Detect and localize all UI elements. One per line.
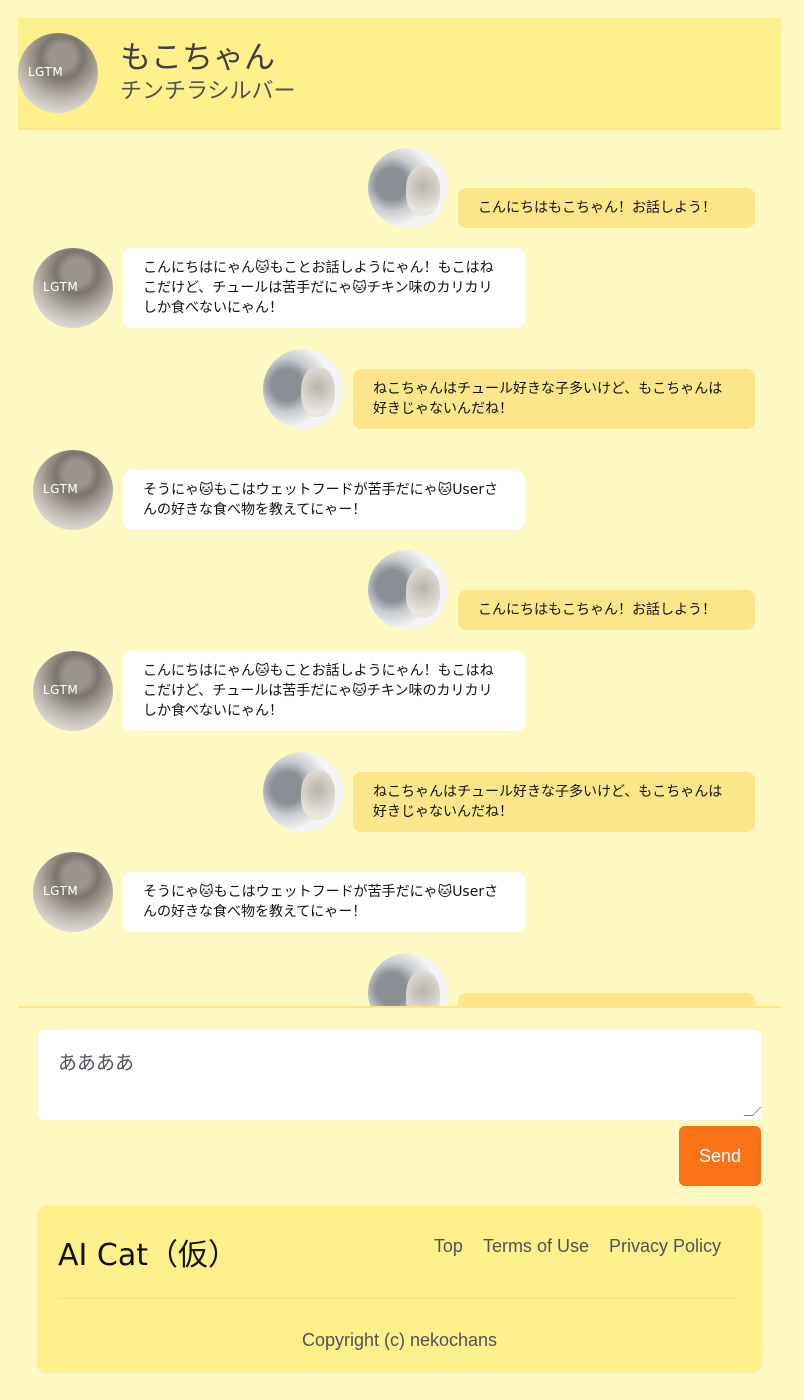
footer-divider [58,1298,741,1299]
chat-messages[interactable]: こんにちはもこちゃん！お話しよう！ LGTM こんにちはにゃん🐱もことお話しよう… [18,140,781,1006]
copyright-text: Copyright (c) nekochans [301,1330,498,1350]
footer-link-top[interactable]: Top [434,1236,463,1257]
message-row-user: こんにちはもこちゃん！お話しよう！ [368,148,755,228]
message-row-user: ねこちゃんはチュール好きな子多いけど、もこちゃんは好きじゃないんだね！ [263,752,755,832]
send-button[interactable]: Send [679,1126,761,1186]
footer-links: Top Terms of Use Privacy Policy [434,1236,721,1257]
cat-avatar: LGTM [18,33,98,113]
user-message: こんにちはもこちゃん！お話しよう！ [458,590,755,630]
chat-divider [18,1006,781,1008]
cat-message: そうにゃ🐱もこはウェットフードが苦手だにゃ🐱Userさんの好きな食べ物を教えてに… [123,872,525,932]
message-row-user [368,953,755,1006]
chat-header: LGTM もこちゃん チンチラシルバー [18,18,781,130]
avatar-lgtm-text: LGTM [43,280,79,294]
cat-avatar: LGTM [33,248,113,328]
cat-message: こんにちはにゃん🐱もことお話しようにゃん！もこはねこだけど、チュールは苦手だにゃ… [123,248,525,328]
user-avatar [368,953,448,1006]
message-row-user: ねこちゃんはチュール好きな子多いけど、もこちゃんは好きじゃないんだね！ [263,349,755,429]
user-message: ねこちゃんはチュール好きな子多いけど、もこちゃんは好きじゃないんだね！ [353,369,755,429]
message-row-cat: LGTM そうにゃ🐱もこはウェットフードが苦手だにゃ🐱Userさんの好きな食べ物… [33,450,525,530]
cat-avatar: LGTM [33,852,113,932]
message-input[interactable]: ああああ [38,1030,761,1120]
footer-link-terms[interactable]: Terms of Use [483,1236,589,1257]
cat-breed: チンチラシルバー [120,79,296,104]
cat-avatar: LGTM [33,651,113,731]
avatar-lgtm-text: LGTM [43,482,79,496]
cat-message: こんにちはにゃん🐱もことお話しようにゃん！もこはねこだけど、チュールは苦手だにゃ… [123,651,525,731]
user-message: ねこちゃんはチュール好きな子多いけど、もこちゃんは好きじゃないんだね！ [353,772,755,832]
user-avatar [368,148,448,228]
cat-message: そうにゃ🐱もこはウェットフードが苦手だにゃ🐱Userさんの好きな食べ物を教えてに… [123,470,525,530]
avatar-lgtm-text: LGTM [28,65,64,79]
message-row-cat: LGTM こんにちはにゃん🐱もことお話しようにゃん！もこはねこだけど、チュールは… [33,248,525,328]
user-message: こんにちはもこちゃん！お話しよう！ [458,188,755,228]
user-avatar [263,752,343,832]
cat-avatar: LGTM [33,450,113,530]
message-row-user: こんにちはもこちゃん！お話しよう！ [368,550,755,630]
footer-link-privacy[interactable]: Privacy Policy [609,1236,721,1257]
user-avatar [368,550,448,630]
footer-brand[interactable]: AI Cat（仮） [58,1230,238,1274]
avatar-lgtm-text: LGTM [43,884,79,898]
message-row-cat: LGTM こんにちはにゃん🐱もことお話しようにゃん！もこはねこだけど、チュールは… [33,651,525,731]
cat-name: もこちゃん [120,40,275,76]
avatar-lgtm-text: LGTM [43,683,79,697]
user-avatar [263,349,343,429]
message-row-cat: LGTM そうにゃ🐱もこはウェットフードが苦手だにゃ🐱Userさんの好きな食べ物… [33,852,525,932]
footer: AI Cat（仮） Top Terms of Use Privacy Polic… [38,1206,761,1372]
user-message [458,993,755,1006]
